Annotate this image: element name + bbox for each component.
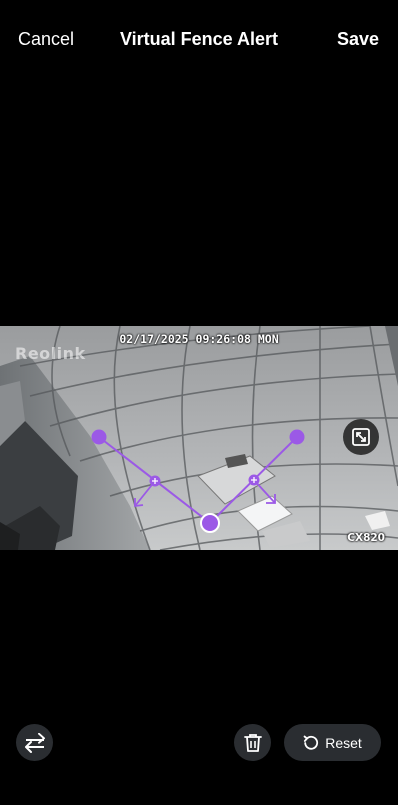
trash-icon (243, 733, 262, 752)
top-bar: Cancel Virtual Fence Alert Save (0, 0, 398, 82)
reset-button[interactable]: Reset (284, 724, 381, 761)
reset-label: Reset (325, 734, 362, 751)
fence-point-center[interactable] (200, 513, 220, 533)
video-timestamp: 02/17/2025 09:26:08 MON (119, 332, 279, 346)
swap-direction-button[interactable] (16, 724, 53, 761)
delete-fence-button[interactable] (234, 724, 271, 761)
save-button[interactable]: Save (337, 29, 379, 50)
fullscreen-icon (352, 428, 370, 446)
reset-rotate-icon (303, 735, 319, 750)
brand-watermark: Reolink (15, 344, 86, 363)
camera-model-label: CX820 (347, 532, 385, 544)
swap-arrows-icon (24, 732, 45, 753)
fence-point-right[interactable] (289, 429, 305, 445)
fence-point-left[interactable] (91, 429, 107, 445)
fullscreen-button[interactable] (343, 419, 379, 455)
camera-preview[interactable]: Reolink 02/17/2025 09:26:08 MON CX820 (0, 326, 398, 550)
